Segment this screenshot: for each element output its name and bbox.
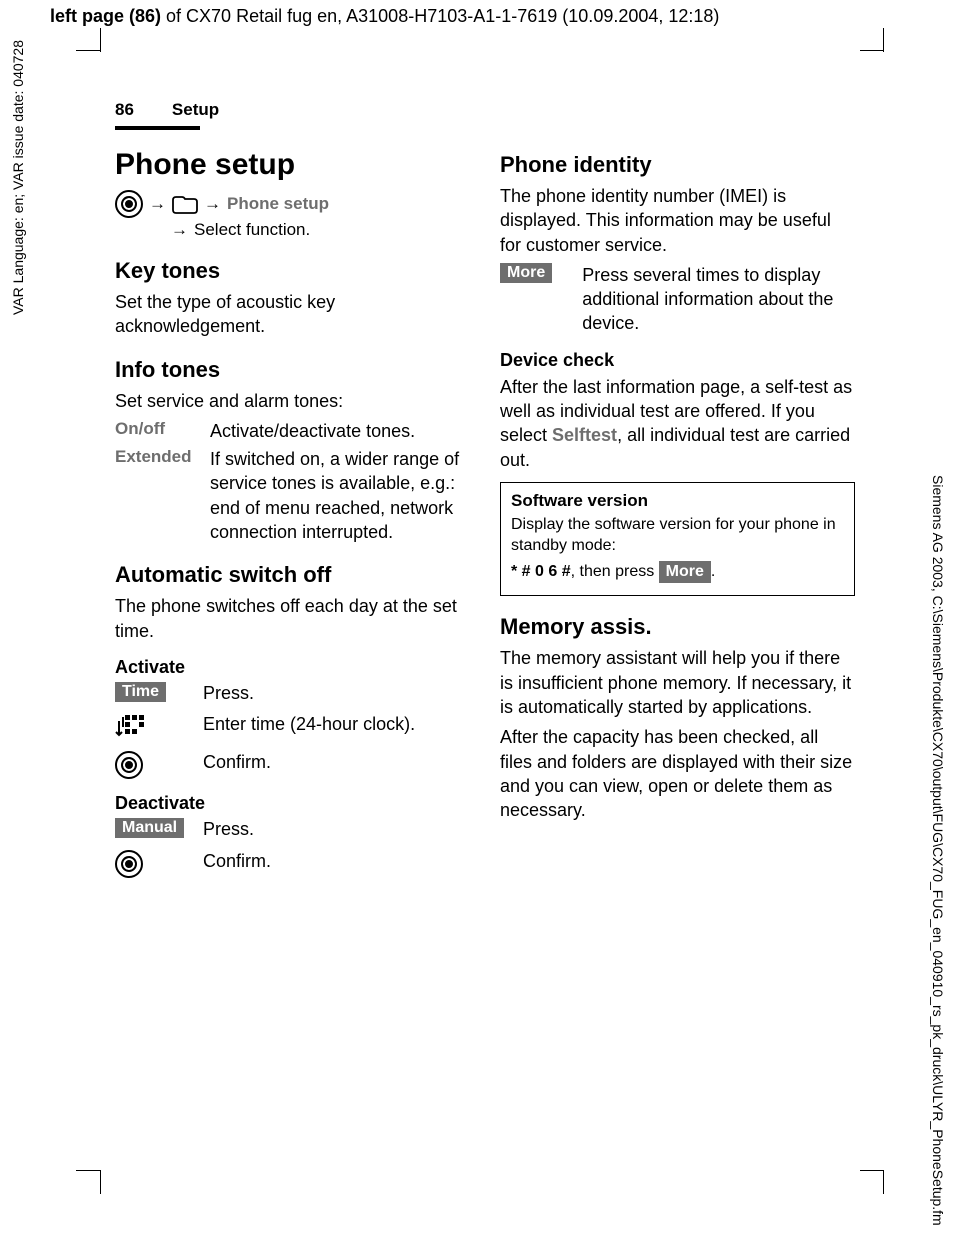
header-rule	[115, 126, 200, 130]
heading-key-tones: Key tones	[115, 258, 470, 284]
header-rest: of CX70 Retail fug en, A31008-H7103-A1-1…	[161, 6, 719, 26]
softkey-manual: Manual	[115, 818, 184, 838]
nav-sub: → Select function.	[171, 220, 470, 240]
selftest-label: Selftest	[552, 425, 617, 445]
joystick-icon	[115, 751, 143, 779]
crop-mark	[76, 50, 100, 51]
body-text: After the last information page, a self-…	[500, 375, 855, 472]
page-title: Phone setup	[115, 148, 470, 182]
step-text: Confirm.	[203, 850, 271, 873]
box-heading: Software version	[511, 491, 844, 511]
kv-value: If switched on, a wider range of service…	[210, 447, 470, 544]
step-text: Enter time (24-hour clock).	[203, 713, 415, 736]
softkey-more: More	[500, 263, 552, 283]
joystick-icon	[115, 850, 143, 878]
box-code-line: * # 0 6 #, then press More.	[511, 561, 844, 584]
arrow-icon: →	[171, 220, 188, 240]
body-text: After the capacity has been checked, all…	[500, 725, 855, 822]
crop-mark	[883, 1170, 884, 1194]
heading-info-tones: Info tones	[115, 357, 470, 383]
step-text: Press.	[203, 682, 254, 705]
arrow-icon: →	[149, 194, 166, 214]
text-part: .	[711, 563, 715, 580]
step-text: Press.	[203, 818, 254, 841]
joystick-icon	[115, 190, 143, 218]
crop-mark	[883, 28, 884, 52]
body-text: The memory assistant will help you if th…	[500, 646, 855, 719]
header-bold: left page (86)	[50, 6, 161, 26]
info-box: Software version Display the software ve…	[500, 482, 855, 596]
print-header: left page (86) of CX70 Retail fug en, A3…	[50, 6, 719, 27]
softkey-time: Time	[115, 682, 166, 702]
heading-phone-identity: Phone identity	[500, 152, 855, 178]
nav-sub-text: Select function.	[194, 220, 310, 240]
body-text: The phone switches off each day at the s…	[115, 594, 470, 643]
side-note-left: VAR Language: en; VAR issue date: 040728	[10, 40, 26, 315]
step-text: Press several times to display additiona…	[582, 263, 855, 336]
text-part: , then press	[571, 563, 659, 580]
crop-mark	[100, 1170, 101, 1194]
heading-deactivate: Deactivate	[115, 793, 470, 814]
crop-mark	[860, 50, 884, 51]
heading-auto-off: Automatic switch off	[115, 562, 470, 588]
arrow-icon: →	[204, 194, 221, 214]
crop-mark	[860, 1170, 884, 1171]
crop-mark	[100, 28, 101, 52]
softkey-more: More	[659, 561, 711, 584]
keypad-icon	[115, 713, 149, 743]
kv-key: On/off	[115, 419, 210, 443]
step-text: Confirm.	[203, 751, 271, 774]
folder-icon	[172, 194, 198, 214]
crop-mark	[76, 1170, 100, 1171]
body-text: The phone identity number (IMEI) is disp…	[500, 184, 855, 257]
key-code: * # 0 6 #	[511, 563, 571, 580]
kv-value: Activate/deactivate tones.	[210, 419, 415, 443]
nav-path: → → Phone setup	[115, 190, 470, 218]
page-number: 86	[115, 100, 134, 120]
heading-memory-assis: Memory assis.	[500, 614, 855, 640]
box-text: Display the software version for your ph…	[511, 515, 844, 557]
body-text: Set service and alarm tones:	[115, 389, 470, 413]
heading-device-check: Device check	[500, 350, 855, 371]
nav-label: Phone setup	[227, 194, 329, 214]
body-text: Set the type of acoustic key acknowledge…	[115, 290, 470, 339]
heading-activate: Activate	[115, 657, 470, 678]
side-note-right: Siemens AG 2003, C:\Siemens\Produkte\CX7…	[930, 475, 946, 1226]
kv-key: Extended	[115, 447, 210, 544]
section-name: Setup	[172, 100, 219, 120]
